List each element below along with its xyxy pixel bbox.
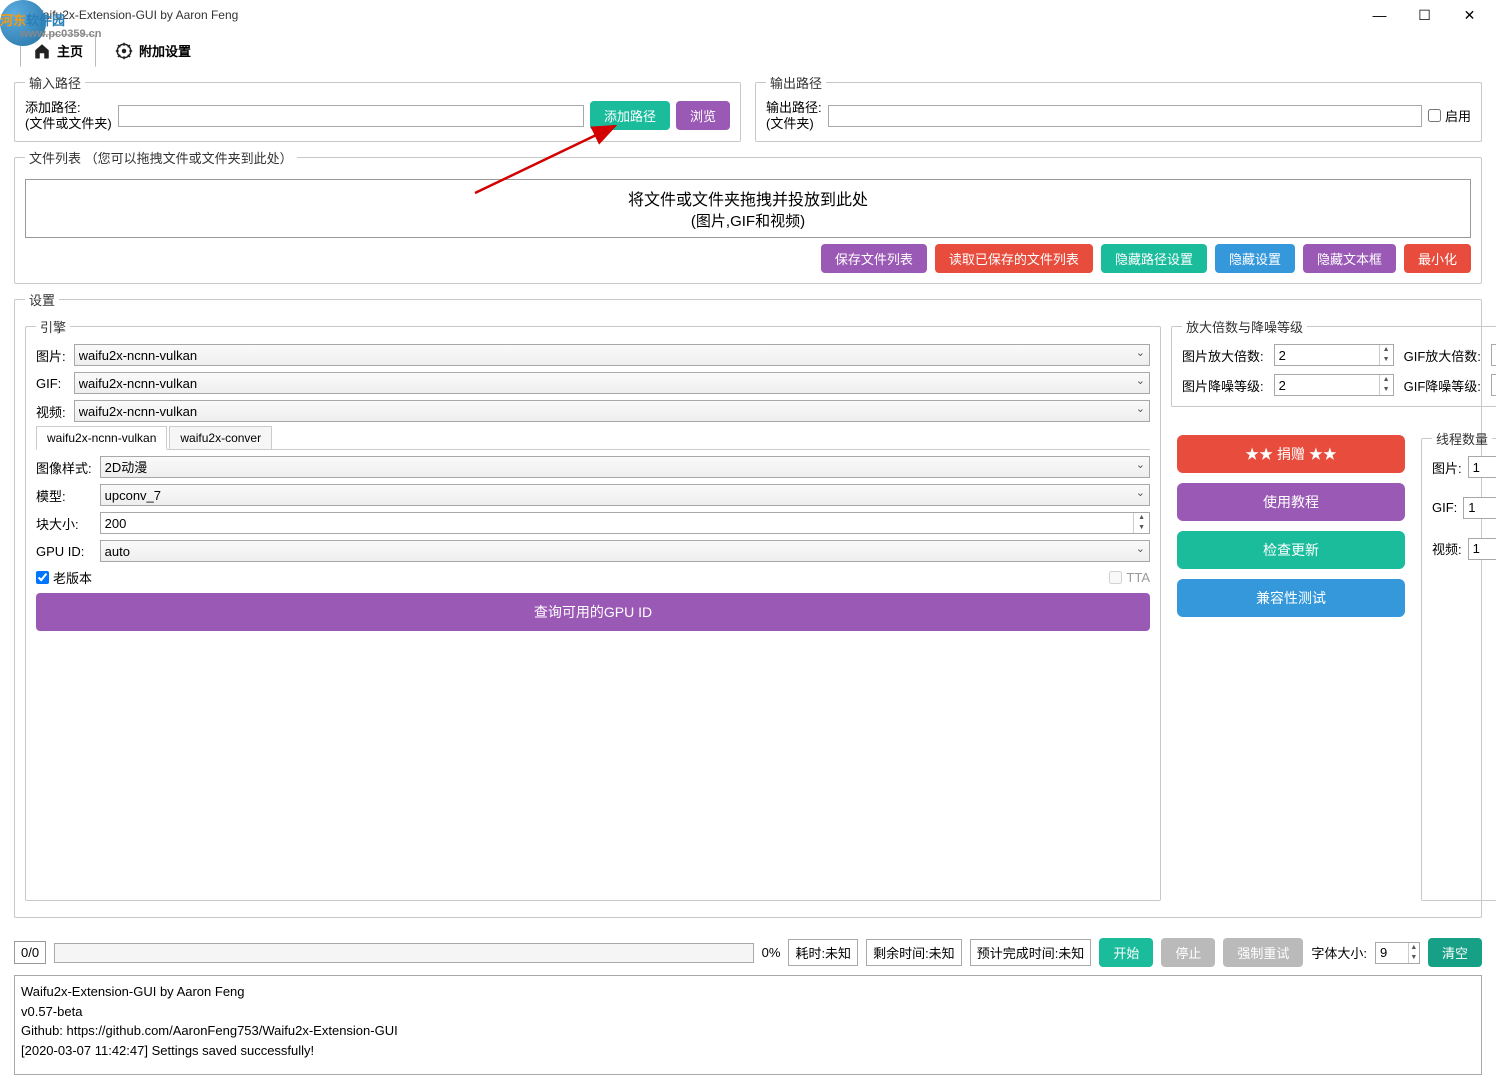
maximize-window-button[interactable]: ☐ [1402,1,1447,29]
tab-extra-label: 附加设置 [139,41,191,60]
stop-button[interactable]: 停止 [1161,938,1215,967]
bottom-bar: 0/0 0% 耗时:未知 剩余时间:未知 预计完成时间:未知 开始 停止 强制重… [0,930,1496,975]
threads-group: 线程数量 图片: ▲▼ GIF: ▲▼ 内部: ▲▼ 总数:1 视频: [1421,429,1496,901]
tab-home[interactable]: 主页 [20,34,96,67]
main-tabs: 主页 附加设置 [0,30,1496,67]
image-denoise-spinner[interactable]: ▲▼ [1274,374,1394,396]
tab-extra-settings[interactable]: 附加设置 [102,34,204,67]
log-textbox[interactable]: Waifu2x-Extension-GUI by Aaron Feng v0.5… [14,975,1482,1075]
add-path-button[interactable]: 添加路径 [590,101,670,130]
tile-size-spinner[interactable]: ▲▼ [100,512,1150,534]
gear-icon [115,42,133,60]
engine-video-select[interactable]: waifu2x-ncnn-vulkan [74,400,1150,422]
query-gpu-button[interactable]: 查询可用的GPU ID [36,593,1150,631]
tta-checkbox[interactable]: TTA [1109,570,1150,585]
clear-button[interactable]: 清空 [1428,938,1482,967]
engine-tab-converter[interactable]: waifu2x-conver [169,426,272,449]
check-update-button[interactable]: 检查更新 [1177,531,1405,569]
remaining-time: 剩余时间:未知 [866,939,962,966]
donate-button[interactable]: ★★ 捐赠 ★★ [1177,435,1405,473]
progress-bar [54,943,754,963]
font-size-spinner[interactable]: ▲▼ [1375,942,1420,964]
engine-image-select[interactable]: waifu2x-ncnn-vulkan [74,344,1150,366]
hide-settings-button[interactable]: 隐藏设置 [1215,244,1295,273]
compat-test-button[interactable]: 兼容性测试 [1177,579,1405,617]
progress-percent: 0% [762,945,781,960]
load-file-list-button[interactable]: 读取已保存的文件列表 [935,244,1093,273]
image-scale-spinner[interactable]: ▲▼ [1274,344,1394,366]
tab-home-label: 主页 [57,41,83,60]
eta: 预计完成时间:未知 [970,939,1092,966]
gif-scale-spinner[interactable]: ▲▼ [1491,344,1496,366]
output-path-group: 输出路径 输出路径: (文件夹) 启用 [755,73,1482,142]
home-icon [33,42,51,60]
settings-legend: 设置 [25,290,59,309]
hide-textbox-button[interactable]: 隐藏文本框 [1303,244,1396,273]
force-retry-button[interactable]: 强制重试 [1223,938,1303,967]
file-list-group: 文件列表 （您可以拖拽文件或文件夹到此处） 将文件或文件夹拖拽并投放到此处 (图… [14,148,1482,284]
save-file-list-button[interactable]: 保存文件列表 [821,244,927,273]
close-window-button[interactable]: ✕ [1447,1,1492,29]
engine-gif-select[interactable]: waifu2x-ncnn-vulkan [74,372,1150,394]
minimize-button[interactable]: 最小化 [1404,244,1471,273]
settings-group: 设置 放大倍数与降噪等级 图片放大倍数: ▲▼ GIF放大倍数: ▲▼ 视频放大… [14,290,1482,918]
input-path-legend: 输入路径 [25,73,85,92]
hide-path-button[interactable]: 隐藏路径设置 [1101,244,1207,273]
output-path-legend: 输出路径 [766,73,826,92]
titlebar: Waifu2x-Extension-GUI by Aaron Feng — ☐ … [0,0,1496,30]
progress-fraction: 0/0 [14,941,46,964]
image-style-select[interactable]: 2D动漫 [100,456,1150,478]
gpu-id-select[interactable]: auto [100,540,1150,562]
engine-tab-ncnn[interactable]: waifu2x-ncnn-vulkan [36,426,167,450]
input-path-label2: (文件或文件夹) [25,116,112,132]
threads-video-spinner[interactable]: ▲▼ [1468,538,1496,560]
file-list-legend: 文件列表 （您可以拖拽文件或文件夹到此处） [25,148,297,167]
window-title: Waifu2x-Extension-GUI by Aaron Feng [4,8,1357,22]
input-path-label1: 添加路径: [25,100,112,116]
threads-image-spinner[interactable]: ▲▼ [1468,456,1496,478]
output-path-field[interactable] [828,105,1422,127]
input-path-field[interactable] [118,105,584,127]
file-drop-area[interactable]: 将文件或文件夹拖拽并投放到此处 (图片,GIF和视频) [25,179,1471,238]
output-enable-checkbox[interactable]: 启用 [1428,106,1471,125]
start-button[interactable]: 开始 [1099,938,1153,967]
browse-button[interactable]: 浏览 [676,101,730,130]
output-path-label2: (文件夹) [766,116,822,132]
output-path-label1: 输出路径: [766,100,822,116]
gif-denoise-spinner[interactable]: ▲▼ [1491,374,1496,396]
tutorial-button[interactable]: 使用教程 [1177,483,1405,521]
input-path-group: 输入路径 添加路径: (文件或文件夹) 添加路径 浏览 [14,73,741,142]
minimize-window-button[interactable]: — [1357,1,1402,29]
model-select[interactable]: upconv_7 [100,484,1150,506]
elapsed-time: 耗时:未知 [788,939,858,966]
old-version-checkbox[interactable]: 老版本 [36,568,92,587]
threads-gif-spinner[interactable]: ▲▼ [1463,497,1496,519]
engine-group: 引擎 图片: waifu2x-ncnn-vulkan GIF: waifu2x-… [25,317,1161,901]
scale-denoise-group: 放大倍数与降噪等级 图片放大倍数: ▲▼ GIF放大倍数: ▲▼ 视频放大倍数:… [1171,317,1496,407]
